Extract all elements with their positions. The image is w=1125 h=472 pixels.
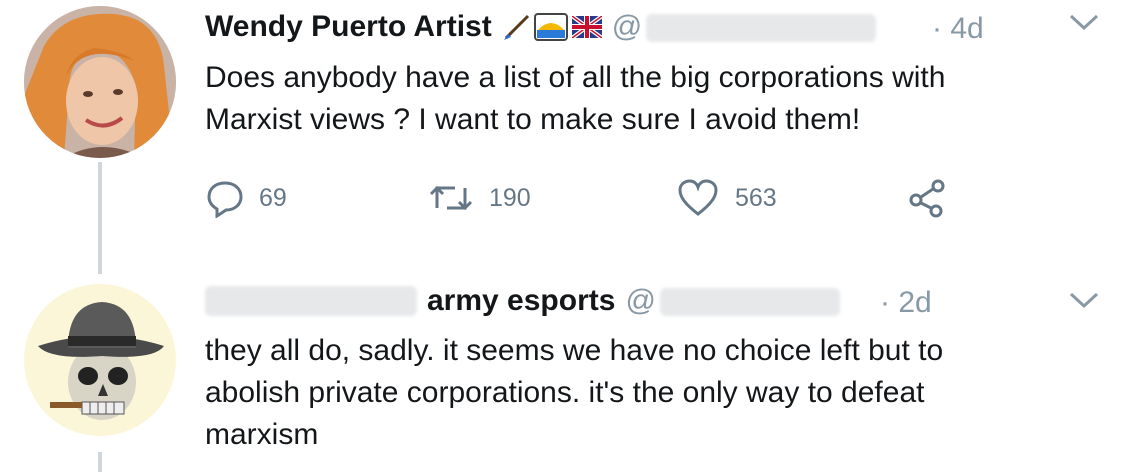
avatar-photo bbox=[24, 6, 176, 158]
sunrise-icon bbox=[533, 12, 568, 42]
author-handle[interactable]: @ bbox=[625, 284, 840, 318]
retweet-button[interactable]: 190 bbox=[427, 178, 531, 218]
like-button[interactable]: 563 bbox=[677, 178, 777, 218]
like-count: 563 bbox=[735, 183, 777, 212]
redacted-handle bbox=[646, 14, 877, 43]
share-icon bbox=[907, 178, 947, 218]
tweet-text-line: marxism bbox=[205, 418, 319, 451]
share-button[interactable] bbox=[907, 178, 947, 218]
tweet-reply[interactable]: army esports @ · 2d they all do, sadly. … bbox=[0, 270, 1125, 469]
redacted-name-prefix bbox=[205, 286, 417, 316]
tweet-text-line: Does anybody have a list of all the big … bbox=[205, 61, 946, 94]
tweet-text-line: Marxist views ? I want to make sure I av… bbox=[205, 103, 861, 136]
redacted-handle bbox=[659, 288, 840, 317]
reply-count: 69 bbox=[259, 183, 287, 212]
tweet-header: army esports @ bbox=[205, 284, 840, 318]
avatar[interactable] bbox=[24, 284, 176, 436]
speech-bubble-icon bbox=[205, 178, 245, 218]
tweet-timestamp[interactable]: · 4d bbox=[932, 12, 984, 46]
tweet-text-line: abolish private corporations. it's the o… bbox=[205, 376, 925, 409]
tweet-text-line: they all do, sadly. it seems we have no … bbox=[205, 334, 944, 367]
chevron-down-icon[interactable] bbox=[1068, 12, 1100, 37]
tweet-text: Does anybody have a list of all the big … bbox=[205, 57, 945, 141]
reply-button[interactable]: 69 bbox=[205, 178, 287, 218]
tweet-timestamp[interactable]: · 2d bbox=[880, 286, 932, 320]
paintbrush-icon bbox=[502, 12, 532, 42]
avatar-skull-hat bbox=[24, 284, 176, 436]
author-handle[interactable]: @ bbox=[612, 10, 877, 44]
tweet-text: they all do, sadly. it seems we have no … bbox=[205, 330, 943, 456]
uk-flag-icon bbox=[571, 16, 602, 38]
retweet-count: 190 bbox=[489, 183, 531, 212]
tweet-header: Wendy Puerto Artist @ bbox=[205, 10, 877, 44]
author-name[interactable]: Wendy Puerto Artist bbox=[205, 10, 492, 44]
tweet-original[interactable]: Wendy Puerto Artist @ · 4d Does anybody … bbox=[0, 0, 1125, 270]
retweet-icon bbox=[427, 178, 475, 218]
heart-icon bbox=[677, 178, 719, 218]
chevron-down-icon[interactable] bbox=[1068, 290, 1100, 315]
author-name[interactable]: army esports bbox=[427, 284, 615, 318]
avatar[interactable] bbox=[24, 6, 176, 158]
